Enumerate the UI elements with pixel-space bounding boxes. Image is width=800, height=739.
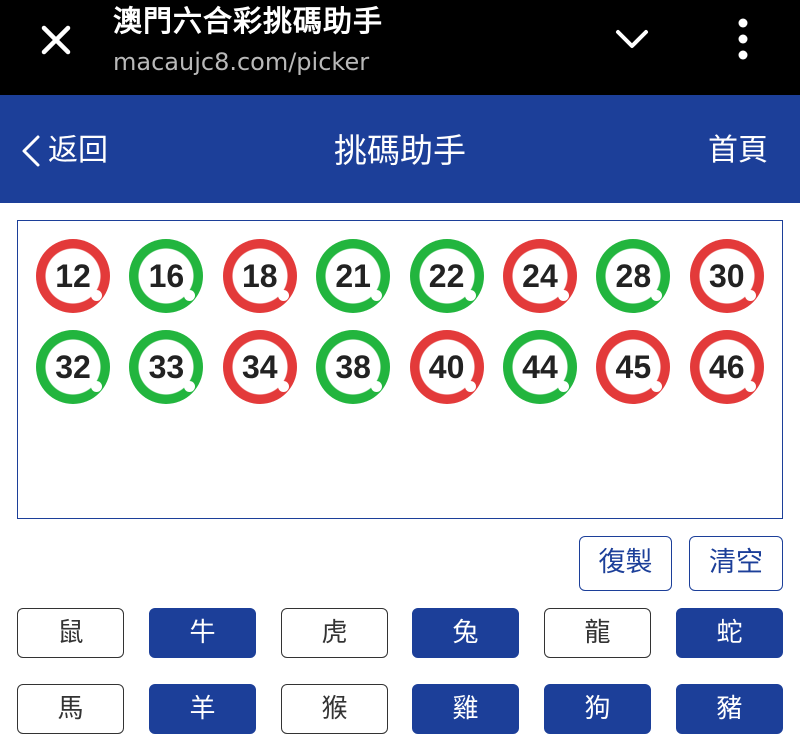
chevron-down-icon[interactable] [612,22,652,58]
number-ball-label: 22 [428,258,465,294]
number-ball[interactable]: 40 [409,330,484,404]
number-ball-grid: 12 16 18 21 22 24 28 30 32 33 34 38 40 44 45 46 [36,239,764,404]
ball-highlight [464,290,476,301]
number-ball[interactable]: 46 [689,330,764,404]
number-ball[interactable]: 45 [596,330,671,404]
chevron-left-icon [22,135,40,167]
zodiac-button[interactable]: 羊 [149,684,256,734]
number-ball[interactable]: 32 [36,330,110,404]
back-label: 返回 [48,133,108,168]
number-ball-label: 28 [615,258,652,294]
zodiac-button[interactable]: 狗 [544,684,651,734]
home-link[interactable]: 首頁 [708,131,768,171]
number-ball[interactable]: 38 [316,330,391,404]
number-ball-label: 24 [522,258,558,294]
number-ball-label: 32 [55,349,91,385]
ball-highlight [277,381,289,392]
more-vertical-icon[interactable] [726,14,760,64]
ball-highlight [557,290,569,301]
zodiac-button[interactable]: 雞 [412,684,519,734]
number-ball[interactable]: 22 [409,239,484,313]
zodiac-button[interactable]: 兔 [412,608,519,658]
zodiac-button[interactable]: 蛇 [676,608,783,658]
number-ball-label: 46 [708,349,745,385]
copy-button[interactable]: 復製 [579,536,672,591]
ball-highlight [277,290,289,301]
back-button[interactable]: 返回 [18,131,108,171]
zodiac-button[interactable]: 鼠 [17,608,124,658]
ball-highlight [91,381,102,392]
number-ball-label: 38 [335,349,371,385]
close-icon[interactable] [34,18,78,62]
number-ball[interactable]: 44 [502,330,577,404]
ball-highlight [744,290,756,301]
number-ball[interactable]: 30 [689,239,764,313]
ball-highlight [91,290,102,301]
number-ball[interactable]: 28 [596,239,671,313]
number-ball[interactable]: 21 [316,239,391,313]
number-ball-label: 33 [148,349,185,385]
number-ball-label: 30 [708,258,745,294]
zodiac-button[interactable]: 龍 [544,608,651,658]
zodiac-button[interactable]: 牛 [149,608,256,658]
clear-button[interactable]: 清空 [689,536,783,591]
number-ball[interactable]: 24 [502,239,577,313]
number-ball-label: 44 [522,349,558,385]
number-ball[interactable]: 33 [129,330,204,404]
number-ball[interactable]: 18 [222,239,297,313]
number-ball-label: 16 [148,258,185,294]
zodiac-button[interactable]: 猴 [281,684,388,734]
number-ball[interactable]: 16 [129,239,204,313]
number-ball-label: 12 [55,258,91,294]
number-ball-label: 40 [428,349,465,385]
browser-top-bar: 澳門六合彩挑碼助手 macaujc8.com/picker [0,0,800,95]
browser-page-title: 澳門六合彩挑碼助手 [113,4,384,38]
ball-highlight [464,381,476,392]
app-header: 返回 挑碼助手 首頁 [0,95,800,203]
number-ball[interactable]: 12 [36,239,110,313]
number-ball-label: 45 [615,349,652,385]
number-ball-label: 21 [335,258,371,294]
page-title: 挑碼助手 [334,131,466,170]
number-ball-label: 34 [241,349,278,385]
number-ball-label: 18 [241,258,278,294]
ball-highlight [557,381,569,392]
number-ball[interactable]: 34 [222,330,297,404]
zodiac-button[interactable]: 虎 [281,608,388,658]
browser-url[interactable]: macaujc8.com/picker [113,47,369,77]
zodiac-button[interactable]: 馬 [17,684,124,734]
ball-highlight [744,381,756,392]
zodiac-button[interactable]: 豬 [676,684,783,734]
picked-numbers-box: 12 16 18 21 22 24 28 30 32 33 34 38 40 44 45 46 [17,220,783,519]
